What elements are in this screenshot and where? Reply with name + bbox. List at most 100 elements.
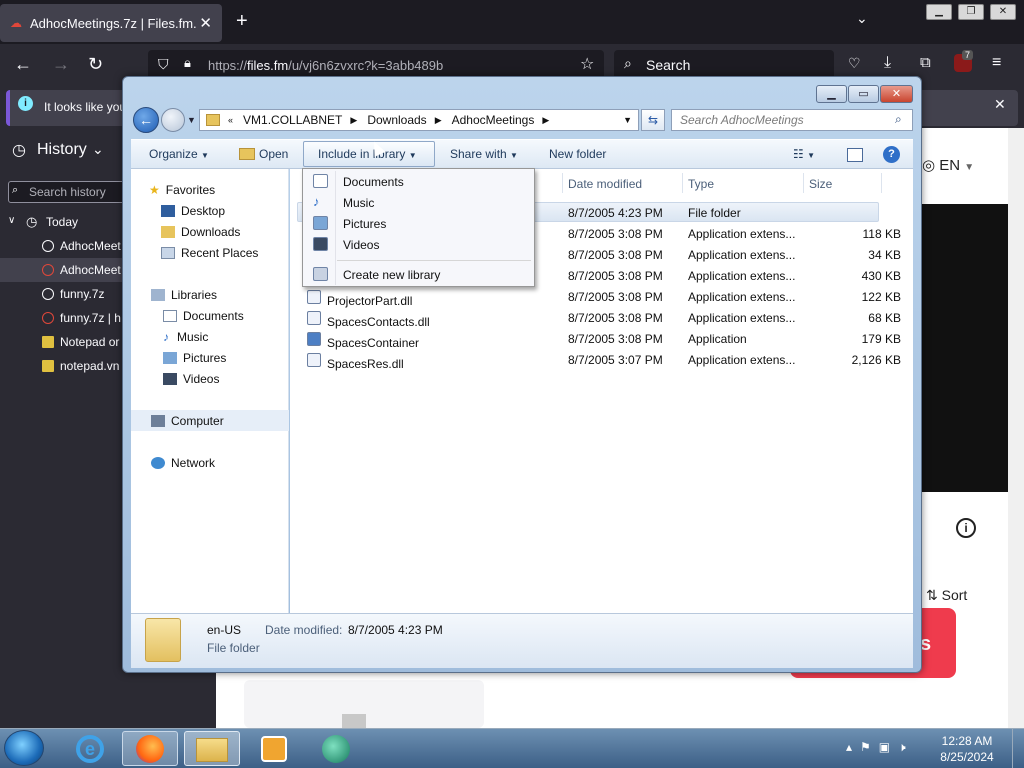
- column-date-modified[interactable]: Date modified: [568, 177, 642, 191]
- nav-music[interactable]: ♪ Music: [131, 326, 289, 347]
- sort-button[interactable]: ⇅ Sort: [926, 587, 967, 604]
- chevron-up-icon[interactable]: ▴: [846, 740, 860, 754]
- nav-videos[interactable]: Videos: [131, 368, 289, 389]
- open-button[interactable]: Open: [239, 147, 288, 161]
- breadcrumb-item[interactable]: Downloads: [367, 113, 426, 127]
- tab-close-icon[interactable]: ✕: [199, 14, 212, 32]
- file-size: 122 KB: [861, 290, 901, 304]
- pocket-icon[interactable]: ♡: [848, 55, 861, 72]
- breadcrumb-arrow-icon[interactable]: ▶: [350, 115, 357, 126]
- explorer-back-button[interactable]: ←: [133, 107, 159, 133]
- firefox-taskbar-icon[interactable]: [122, 731, 178, 766]
- file-row[interactable]: ProjectorPart.dll 8/7/2005 3:08 PM Applica…: [297, 286, 901, 308]
- menu-item-label: Pictures: [343, 216, 387, 231]
- menu-item-create-library[interactable]: Create new library: [303, 264, 536, 285]
- explorer-minimize-button[interactable]: ▁: [816, 85, 847, 103]
- breadcrumb-item[interactable]: AdhocMeetings: [452, 113, 535, 127]
- nav-downloads[interactable]: Downloads: [131, 221, 289, 242]
- system-tray[interactable]: ▴⚑▣🕨︎: [846, 740, 914, 755]
- column-separator[interactable]: [682, 173, 683, 193]
- file-type: Application extens...: [688, 311, 796, 325]
- search-icon: ⌕: [12, 184, 19, 196]
- browser-tab[interactable]: ☁ AdhocMeetings.7z | Files.fm. ✕: [0, 4, 222, 42]
- explorer-forward-button[interactable]: [161, 108, 185, 132]
- nav-favorites[interactable]: ★ Favorites: [131, 179, 289, 200]
- start-button[interactable]: [4, 730, 44, 766]
- history-group-today[interactable]: Today: [46, 215, 78, 229]
- share-with-button[interactable]: Share with ▼: [450, 147, 518, 161]
- breadcrumb-item[interactable]: VM1.COLLABNET: [243, 113, 342, 127]
- info-icon[interactable]: i: [956, 518, 976, 538]
- help-icon[interactable]: ?: [883, 146, 900, 163]
- ie-taskbar-icon[interactable]: e: [62, 731, 118, 766]
- nav-recent-places[interactable]: Recent Places: [131, 242, 289, 263]
- show-desktop-button[interactable]: [1012, 728, 1024, 768]
- nav-network[interactable]: Network: [131, 452, 289, 473]
- minimize-button[interactable]: ▁: [926, 4, 952, 20]
- new-tab-button[interactable]: +: [236, 10, 248, 33]
- column-separator[interactable]: [562, 173, 563, 193]
- search-icon: ⌕: [895, 112, 902, 126]
- history-item-label: AdhocMeet: [60, 239, 121, 253]
- flag-icon[interactable]: ⚑: [860, 740, 879, 754]
- extensions-icon[interactable]: ⧉: [920, 54, 931, 71]
- file-name: SpacesRes.dll: [327, 357, 404, 371]
- organize-button[interactable]: Organize ▼: [149, 147, 209, 161]
- address-dropdown-icon[interactable]: ▼: [623, 115, 632, 125]
- reload-icon[interactable]: ↻: [88, 54, 103, 75]
- file-row[interactable]: SpacesRes.dll 8/7/2005 3:07 PM Application…: [297, 349, 901, 371]
- column-separator[interactable]: [881, 173, 882, 193]
- nav-computer[interactable]: Computer: [131, 410, 289, 431]
- star-icon[interactable]: ☆: [580, 54, 594, 74]
- nav-desktop[interactable]: Desktop: [131, 200, 289, 221]
- clock[interactable]: 12:28 AM 8/25/2024: [936, 733, 998, 765]
- column-type[interactable]: Type: [688, 177, 714, 191]
- shield-icon[interactable]: ⛉: [158, 56, 169, 73]
- nav-pictures[interactable]: Pictures: [131, 347, 289, 368]
- file-row[interactable]: SpacesContacts.dll 8/7/2005 3:08 PM Applic…: [297, 307, 901, 329]
- view-options-button[interactable]: ☷ ▼: [793, 147, 815, 161]
- file-type: Application extens...: [688, 248, 796, 262]
- app-taskbar-icon[interactable]: [308, 731, 364, 766]
- restore-button[interactable]: ❐: [958, 4, 984, 20]
- back-icon[interactable]: ←: [14, 54, 32, 75]
- address-bar[interactable]: « VM1.COLLABNET ▶ Downloads ▶ AdhocMeeting…: [199, 109, 639, 131]
- chevron-down-icon[interactable]: ⌄: [856, 10, 868, 27]
- menu-item-pictures[interactable]: Pictures: [303, 213, 536, 234]
- column-size[interactable]: Size: [809, 177, 832, 191]
- explorer-maximize-button[interactable]: ▭: [848, 85, 879, 103]
- media-player-taskbar-icon[interactable]: [246, 731, 302, 766]
- menu-icon[interactable]: ≡: [992, 54, 1001, 72]
- forward-icon[interactable]: →: [52, 54, 70, 75]
- nav-documents[interactable]: Documents: [131, 305, 289, 326]
- language-selector[interactable]: ◎ EN ▼: [922, 156, 974, 174]
- menu-item-videos[interactable]: Videos: [303, 234, 536, 255]
- file-row[interactable]: SpacesContainer 8/7/2005 3:08 PM Applicati…: [297, 328, 901, 350]
- preview-pane-icon[interactable]: [847, 148, 863, 162]
- page-scrollbar[interactable]: [1008, 128, 1024, 728]
- lock-icon[interactable]: 🔒︎: [184, 55, 191, 71]
- chevron-down-icon[interactable]: ∨: [8, 215, 15, 226]
- close-button[interactable]: ✕: [990, 4, 1016, 20]
- download-icon[interactable]: ⤓: [884, 54, 891, 72]
- chevron-down-icon[interactable]: ⌄: [92, 141, 104, 158]
- breadcrumb-arrow-icon[interactable]: ▶: [435, 115, 442, 126]
- menu-item-label: Documents: [343, 174, 404, 189]
- nav-libraries[interactable]: Libraries: [131, 284, 289, 305]
- explorer-taskbar-icon[interactable]: [184, 731, 240, 766]
- menu-item-documents[interactable]: Documents: [303, 171, 536, 192]
- menu-item-music[interactable]: ♪ Music: [303, 192, 536, 213]
- archive-icon: [342, 714, 366, 728]
- volume-muted-icon[interactable]: 🕨︎: [898, 740, 914, 754]
- sidebar-title[interactable]: History: [37, 141, 87, 159]
- explorer-search-input[interactable]: Search AdhocMeetings: [671, 109, 913, 131]
- column-separator[interactable]: [803, 173, 804, 193]
- overflow-icon[interactable]: «: [228, 115, 233, 125]
- recent-pages-icon[interactable]: ▼: [187, 115, 196, 125]
- new-folder-button[interactable]: New folder: [549, 147, 606, 161]
- notification-close-icon[interactable]: ✕: [994, 96, 1006, 113]
- breadcrumb-arrow-icon[interactable]: ▶: [542, 115, 549, 126]
- explorer-close-button[interactable]: ✕: [880, 85, 913, 103]
- network-icon[interactable]: ▣: [879, 740, 898, 754]
- refresh-button[interactable]: ⇆: [641, 109, 665, 131]
